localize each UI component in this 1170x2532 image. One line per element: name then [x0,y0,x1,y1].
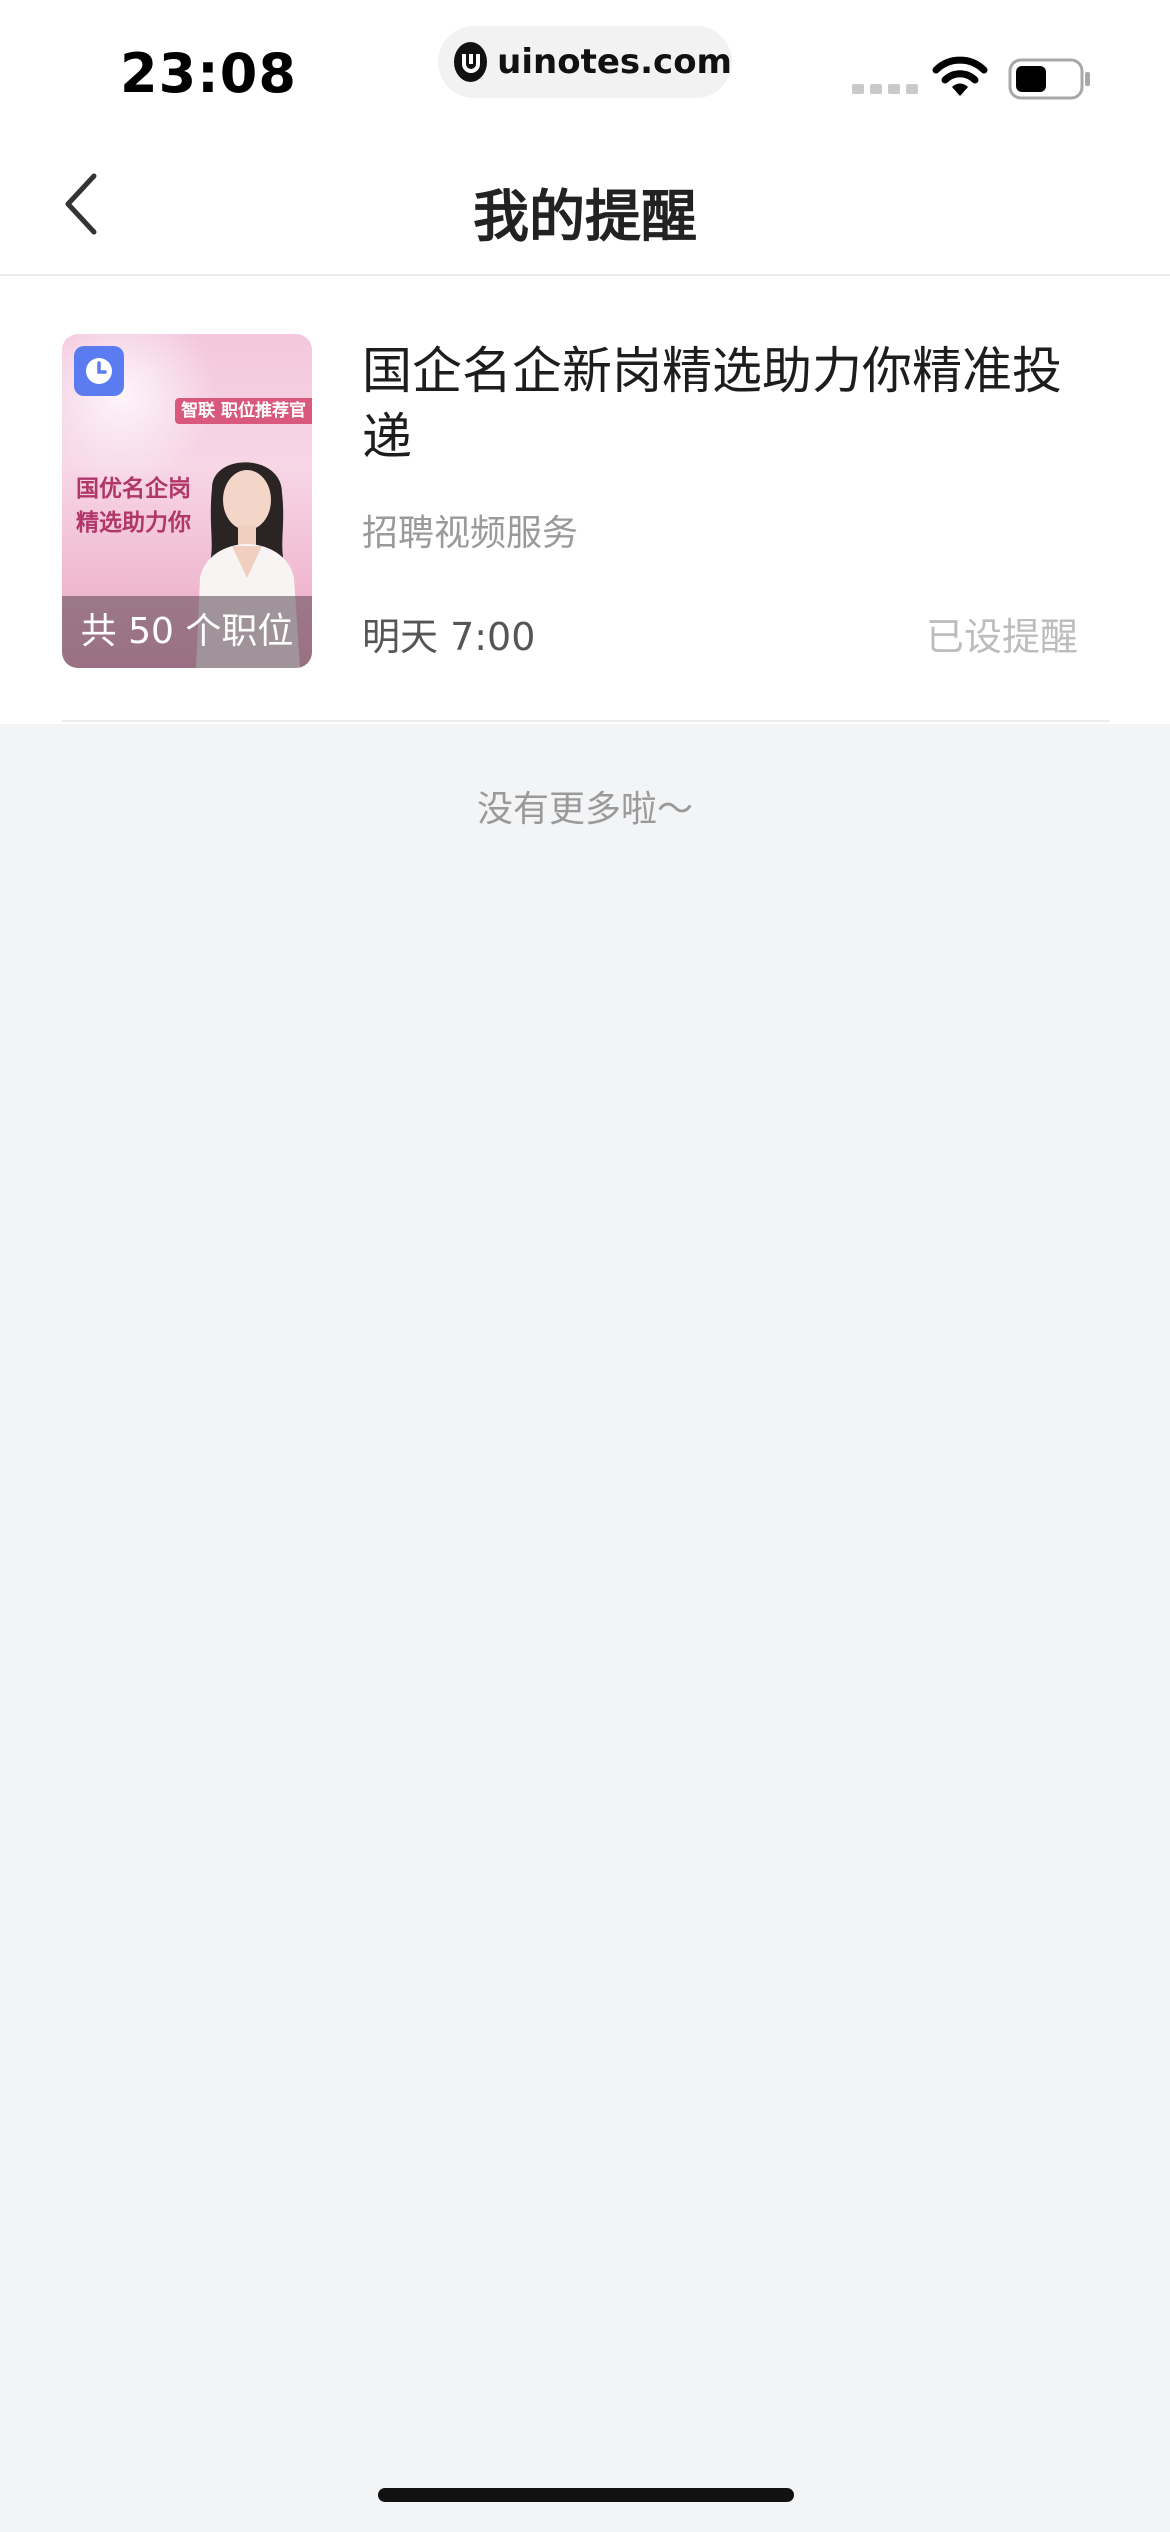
clock-icon [74,346,124,396]
status-time: 23:08 [120,42,297,105]
battery-icon [1008,58,1092,104]
home-indicator[interactable] [378,2488,794,2502]
reminder-title[interactable]: 国企名企新岗精选助力你精准投递 [362,338,1102,470]
reminder-time: 明天 7:00 [362,615,536,659]
card-divider [62,720,1110,722]
reminder-subtitle: 招聘视频服务 [362,513,579,554]
reminder-card[interactable]: 智联 职位推荐官 国优名企岗 精选助力你 共 50 个职位 国企名企新岗精选助力… [0,276,1170,722]
thumbnail-badge: 智联 职位推荐官 [175,398,312,424]
site-logo-icon [454,42,488,82]
page-title: 我的提醒 [473,185,697,250]
thumbnail-overlay: 共 50 个职位 [62,596,312,668]
url-text: uinotes.com [497,42,732,82]
reminder-thumbnail[interactable]: 智联 职位推荐官 国优名企岗 精选助力你 共 50 个职位 [62,334,312,668]
signal-icon [852,84,918,94]
wifi-icon [932,56,988,104]
url-pill[interactable]: uinotes.com [438,26,732,98]
reminder-status-button[interactable]: 已设提醒 [926,606,1078,661]
list-end-text: 没有更多啦～ [476,789,693,830]
